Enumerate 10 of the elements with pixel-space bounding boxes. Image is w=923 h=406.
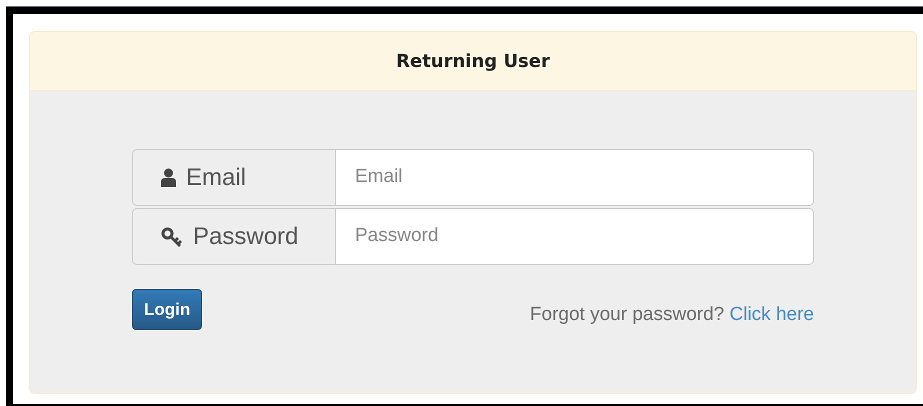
input-field[interactable]: Password bbox=[336, 208, 814, 265]
login-button[interactable]: Login bbox=[132, 289, 202, 330]
field-label: Email bbox=[132, 149, 336, 206]
forgot-password-text: Forgot your password? bbox=[530, 304, 724, 325]
person-icon bbox=[161, 168, 176, 187]
input-field[interactable]: Email bbox=[336, 149, 814, 206]
click-here-link[interactable]: Click here bbox=[730, 304, 814, 325]
panel-title: Returning User bbox=[396, 50, 550, 74]
field-label: Password bbox=[132, 208, 336, 265]
key-icon bbox=[161, 226, 183, 246]
